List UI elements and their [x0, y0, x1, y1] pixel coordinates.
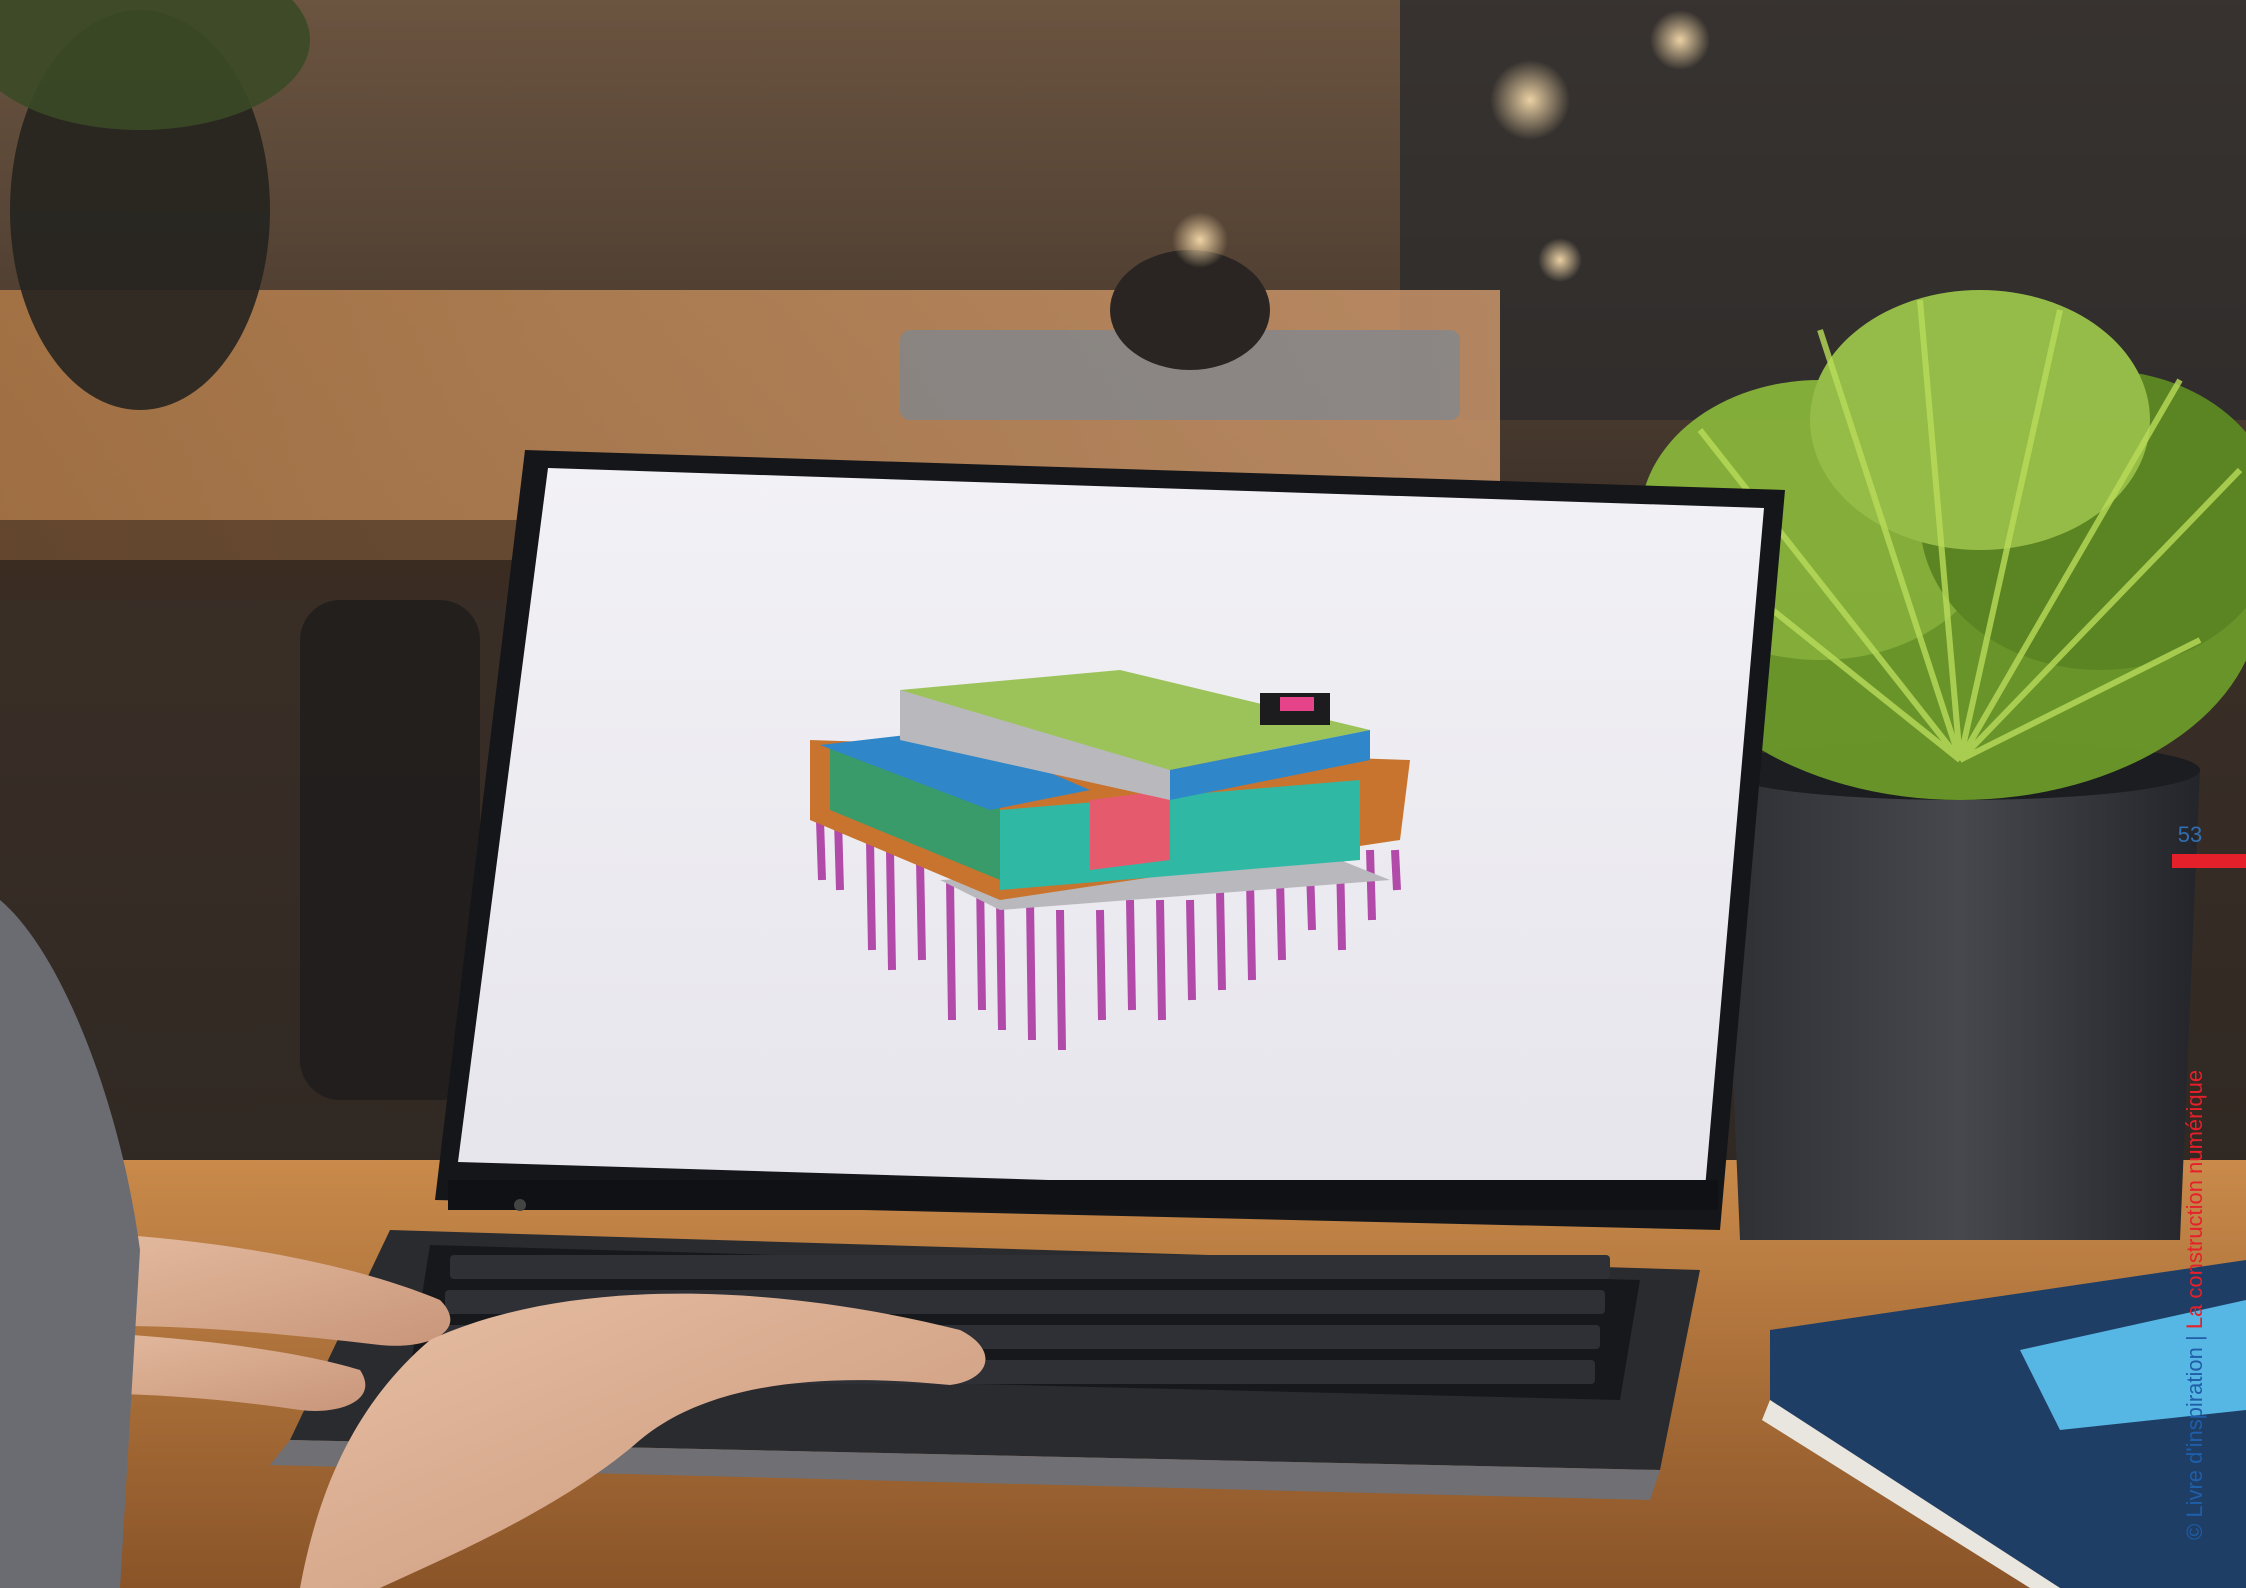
footer-chapter-title: La construction numérique	[2182, 1069, 2207, 1330]
page-number: 53	[2177, 822, 2203, 847]
footer-vertical: © Livre d'inspiration | La construction …	[2182, 1070, 2208, 1540]
footer-book-title: Livre d'inspiration	[2182, 1347, 2207, 1518]
copyright-icon: ©	[2182, 1523, 2207, 1540]
accent-bar	[2172, 854, 2246, 868]
footer-separator: |	[2182, 1335, 2207, 1342]
background-lamp	[1110, 250, 1270, 370]
background-chair	[300, 600, 480, 1100]
photo-scene	[0, 0, 2246, 1588]
